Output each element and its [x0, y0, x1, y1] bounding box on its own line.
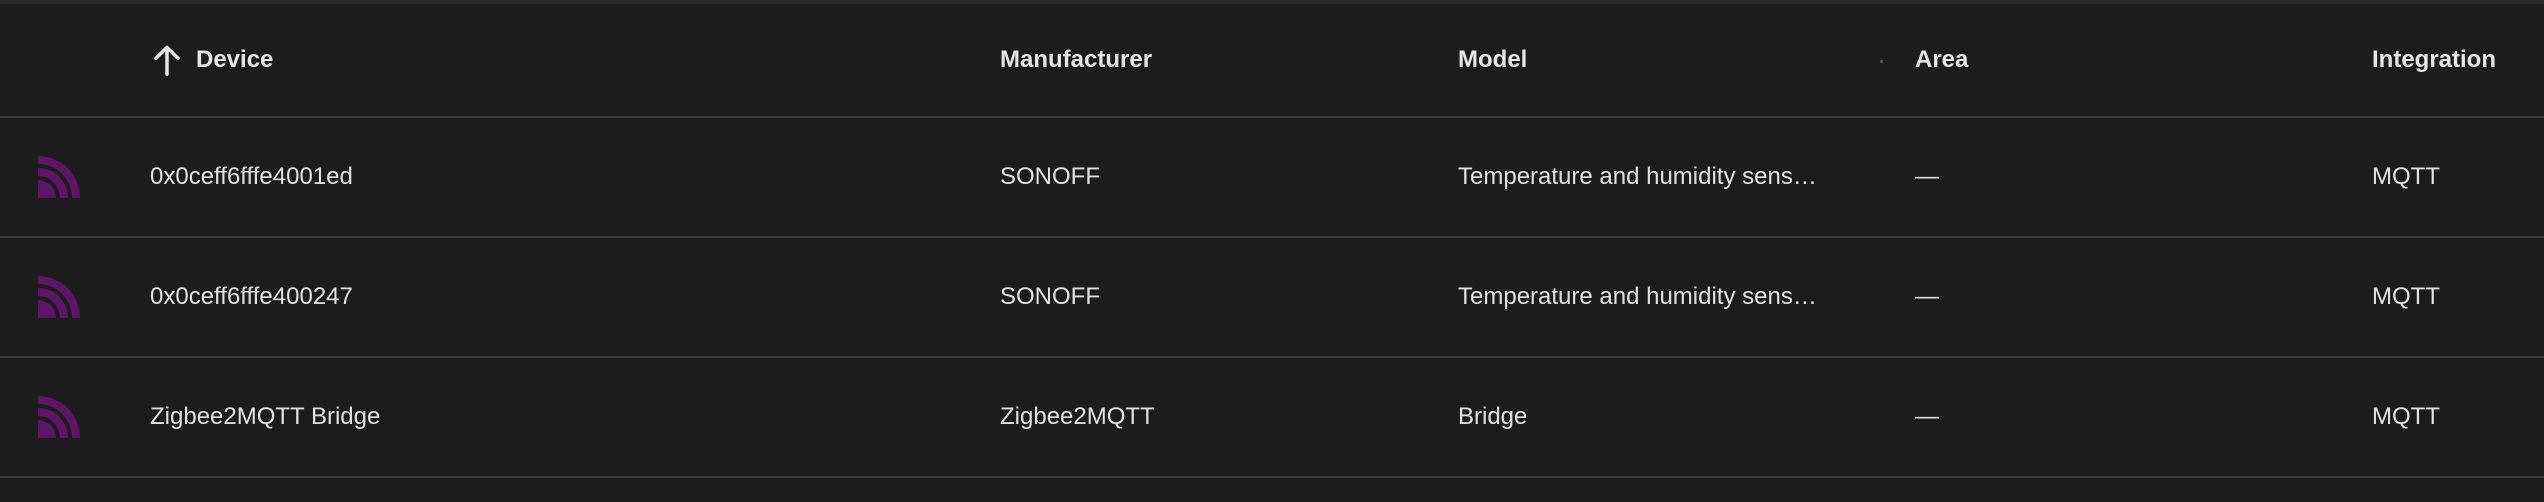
manufacturer-cell: SONOFF	[1000, 163, 1100, 190]
zigbee-icon	[38, 270, 86, 318]
column-header-manufacturer-label: Manufacturer	[1000, 46, 1153, 73]
column-header-device-label: Device	[196, 46, 274, 73]
table-row[interactable]: 0x0ceff6fffe4001ed SONOFF Temperature an…	[0, 118, 2544, 238]
table-row[interactable]: Zigbee2MQTT Bridge Zigbee2MQTT Bridge — …	[0, 358, 2544, 478]
table-row[interactable]: 0x0ceff6fffe400247 SONOFF Temperature an…	[0, 238, 2544, 358]
area-cell: —	[1915, 283, 1939, 310]
area-cell: —	[1915, 163, 1939, 190]
devices-table: Device Manufacturer Model Area Integrati…	[0, 0, 2544, 502]
column-header-model[interactable]: Model	[1458, 4, 1527, 116]
column-header-model-label: Model	[1458, 46, 1528, 73]
area-cell: —	[1915, 403, 1939, 430]
manufacturer-cell: SONOFF	[1000, 283, 1100, 310]
integration-cell: MQTT	[2372, 163, 2440, 190]
device-name-cell: Zigbee2MQTT Bridge	[150, 403, 381, 430]
integration-cell: MQTT	[2372, 403, 2440, 430]
device-name-cell: 0x0ceff6fffe400247	[150, 283, 353, 310]
column-header-manufacturer[interactable]: Manufacturer	[1000, 4, 1152, 116]
column-header-device[interactable]: Device	[148, 4, 273, 116]
column-header-area[interactable]: Area	[1915, 4, 1968, 116]
column-header-integration[interactable]: Integration	[2372, 4, 2496, 116]
column-header-integration-label: Integration	[2372, 46, 2496, 73]
device-name-cell: 0x0ceff6fffe4001ed	[150, 163, 353, 190]
integration-cell: MQTT	[2372, 283, 2440, 310]
column-header-area-label: Area	[1915, 46, 1969, 73]
table-header-row: Device Manufacturer Model Area Integrati…	[0, 4, 2544, 118]
zigbee-icon	[38, 150, 86, 198]
arrow-up-icon[interactable]	[148, 41, 186, 79]
model-cell: Temperature and humidity senso…	[1458, 283, 1830, 310]
manufacturer-cell: Zigbee2MQTT	[1000, 403, 1155, 430]
model-cell: Temperature and humidity senso…	[1458, 163, 1830, 190]
zigbee-icon	[38, 390, 86, 438]
model-cell: Bridge	[1458, 403, 1528, 430]
column-resize-handle[interactable]	[1880, 60, 1883, 63]
